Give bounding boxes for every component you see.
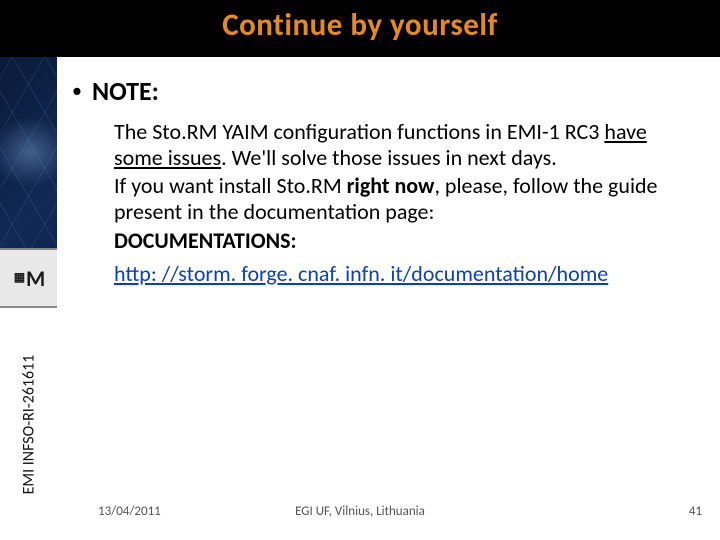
slide: Continue by yourself ▦ M EMI INFSO-RI-26… — [0, 0, 720, 540]
emblem-letter: M — [26, 265, 43, 292]
content-area: • NOTE: The Sto.RM YAIM configuration fu… — [72, 75, 702, 287]
footer-page-number: 41 — [689, 504, 702, 519]
note-bullet-row: • NOTE: — [72, 75, 702, 107]
sidebar-glow — [0, 117, 57, 187]
note-para-1: The Sto.RM YAIM configuration functions … — [114, 119, 679, 171]
note-para-2: If you want install Sto.RM right now, pl… — [114, 173, 679, 225]
para2-bold: right now — [347, 172, 435, 199]
bullet-icon: • — [72, 79, 82, 103]
para1-pre: The Sto.RM YAIM configuration functions … — [114, 118, 604, 145]
note-heading: NOTE: — [92, 75, 159, 107]
note-body: The Sto.RM YAIM configuration functions … — [114, 119, 679, 254]
footer-venue: EGI UF, Vilnius, Lithuania — [0, 504, 720, 519]
footer: 13/04/2011 EGI UF, Vilnius, Lithuania 41 — [0, 504, 720, 526]
emblem-grid-icon: ▦ — [14, 273, 23, 283]
documentation-link-line: http: //storm. forge. cnaf. infn. it/doc… — [114, 260, 702, 287]
sidebar-vertical-label: EMI INFSO-RI-261611 — [19, 354, 38, 494]
para2-pre: If you want install Sto.RM — [114, 172, 347, 199]
sidebar-emblem: ▦ M — [0, 248, 57, 308]
documentation-link[interactable]: http: //storm. forge. cnaf. infn. it/doc… — [114, 260, 608, 287]
page-title: Continue by yourself — [0, 6, 720, 44]
para1-post: . We'll solve those issues in next days. — [221, 144, 557, 171]
documentations-label: DOCUMENTATIONS: — [114, 227, 679, 254]
